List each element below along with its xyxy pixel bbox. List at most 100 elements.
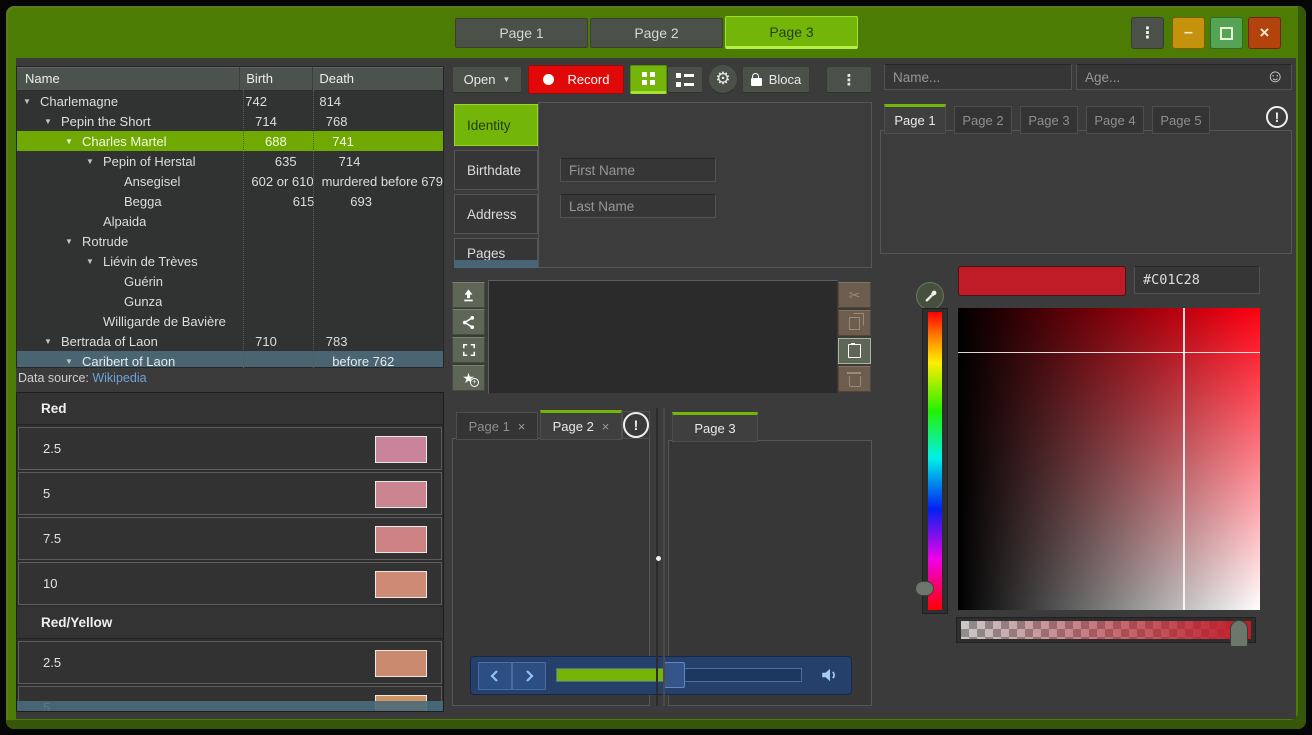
palette-section-header: Red/Yellow — [17, 607, 443, 639]
last-name-field[interactable] — [560, 194, 716, 218]
scissors-icon: ✂ — [849, 287, 861, 304]
age-filter-input[interactable] — [1076, 64, 1292, 90]
close-icon: × — [1260, 23, 1270, 43]
palette-row[interactable]: 10 — [18, 562, 442, 605]
expander-icon[interactable]: ▼ — [65, 357, 82, 366]
color-swatch — [375, 571, 427, 598]
close-button[interactable]: × — [1248, 17, 1281, 49]
tab-close-icon[interactable]: × — [518, 419, 526, 434]
tab-address[interactable]: Address — [454, 194, 538, 234]
volume-button[interactable] — [818, 663, 842, 687]
grid-view-toggle[interactable] — [630, 65, 667, 94]
lock-button[interactable]: Bloca — [742, 66, 810, 93]
right-tab-page2[interactable]: Page 2 — [954, 106, 1012, 134]
right-tab-page3[interactable]: Page 3 — [1020, 106, 1078, 134]
copy-button[interactable] — [838, 310, 871, 336]
expander-icon[interactable]: ▼ — [86, 157, 103, 166]
notebook-alert-button[interactable]: ! — [622, 411, 650, 439]
volume-icon — [820, 667, 840, 683]
emoji-picker-icon[interactable]: ☺ — [1266, 66, 1284, 87]
alpha-slider-handle[interactable] — [1230, 620, 1248, 647]
titlebar-tab-page3[interactable]: Page 3 — [725, 16, 858, 49]
eyedropper-button[interactable] — [916, 282, 944, 310]
name-filter-input[interactable] — [884, 64, 1072, 90]
star-plus-icon: ★+ — [462, 371, 475, 385]
palette-row[interactable]: 5 — [18, 472, 442, 515]
column-header-name[interactable]: Name — [17, 67, 240, 90]
tree-row-selected-inactive[interactable]: ▼Caribert of Laon before 762 — [17, 351, 443, 368]
minimize-button[interactable]: – — [1172, 17, 1205, 49]
share-button[interactable] — [452, 309, 485, 335]
tree-row[interactable]: ▼Pepin the Short 714768 — [17, 111, 443, 131]
fullscreen-button[interactable] — [452, 337, 485, 363]
right-tab-page1[interactable]: Page 1 — [884, 104, 946, 134]
saturation-value-area[interactable] — [958, 308, 1260, 610]
cut-button[interactable]: ✂ — [838, 282, 871, 308]
right-alert-icon[interactable]: ! — [1266, 106, 1288, 128]
family-tree-table: Name Birth Death ▼Charlemagne 742814 ▼Pe… — [16, 66, 444, 368]
tree-row[interactable]: ▼Charlemagne 742814 — [17, 91, 443, 111]
palette-section-header: Red — [17, 393, 443, 425]
tab-close-icon[interactable]: × — [602, 419, 610, 434]
column-header-death[interactable]: Death — [313, 67, 443, 90]
expander-icon[interactable]: ▼ — [44, 117, 61, 126]
right-tab-page5[interactable]: Page 5 — [1152, 106, 1210, 134]
tab-identity[interactable]: Identity — [454, 104, 538, 146]
tree-row[interactable]: ▼Liévin de Trèves — [17, 251, 443, 271]
list-view-toggle[interactable] — [667, 66, 703, 93]
tab-birthdate[interactable]: Birthdate — [454, 150, 538, 190]
expander-icon[interactable]: ▼ — [65, 237, 82, 246]
tree-row[interactable]: ▼Rotrude — [17, 231, 443, 251]
drop-area[interactable] — [488, 280, 838, 394]
share-icon — [461, 315, 476, 330]
titlebar-tab-page1[interactable]: Page 1 — [455, 18, 588, 48]
right-tab-page4[interactable]: Page 4 — [1086, 106, 1144, 134]
paste-button[interactable] — [838, 338, 871, 364]
trash-icon — [849, 376, 861, 387]
notebook-tab-page3[interactable]: Page 3 — [672, 412, 758, 442]
palette-row[interactable]: 2.5 — [18, 427, 442, 470]
right-notebook-content — [880, 130, 1292, 254]
tree-row[interactable]: Guérin — [17, 271, 443, 291]
palette-row[interactable]: 2.5 — [18, 641, 442, 684]
expander-icon[interactable]: ▼ — [44, 337, 61, 346]
expander-icon[interactable]: ▼ — [86, 257, 103, 266]
color-swatch — [375, 481, 427, 508]
previous-button[interactable] — [478, 662, 512, 690]
expander-icon[interactable]: ▼ — [23, 97, 40, 106]
star-add-button[interactable]: ★+ — [452, 365, 485, 391]
wikipedia-link[interactable]: Wikipedia — [92, 371, 146, 385]
maximize-button[interactable] — [1210, 17, 1243, 49]
upload-button[interactable] — [452, 282, 485, 308]
tree-row[interactable]: Willigarde de Bavière — [17, 311, 443, 331]
toolbar-menu-button[interactable]: ⋮ — [826, 66, 872, 93]
hex-color-input[interactable] — [1134, 266, 1260, 294]
seek-slider-handle[interactable] — [664, 662, 685, 688]
tree-row-selected[interactable]: ▼Charles Martel 688741 — [17, 131, 443, 151]
tree-row[interactable]: Begga 615693 — [17, 191, 443, 211]
column-header-birth[interactable]: Birth — [240, 67, 313, 90]
tree-row[interactable]: Gunza — [17, 291, 443, 311]
first-name-field[interactable] — [560, 158, 716, 182]
pane-splitter-line — [663, 408, 665, 706]
notebook-tab-page2[interactable]: Page 2 × — [540, 410, 622, 440]
notebook-tab-page1[interactable]: Page 1 × — [456, 412, 538, 440]
window-menu-button[interactable]: ⋮ — [1131, 17, 1164, 49]
palette-row[interactable]: 7.5 — [18, 517, 442, 560]
delete-button[interactable] — [838, 366, 871, 392]
hue-slider-handle[interactable] — [915, 581, 934, 596]
titlebar-tab-page2[interactable]: Page 2 — [590, 18, 723, 48]
tree-row[interactable]: ▼Bertrada of Laon 710783 — [17, 331, 443, 351]
next-button[interactable] — [512, 662, 546, 690]
record-button[interactable]: Record — [528, 65, 624, 94]
tree-row[interactable]: Ansegisel 602 or 610murdered before 679 — [17, 171, 443, 191]
tree-row[interactable]: ▼Pepin of Herstal 635714 — [17, 151, 443, 171]
settings-button[interactable]: ⚙ — [708, 64, 738, 94]
current-color-swatch[interactable] — [958, 266, 1126, 296]
open-dropdown-button[interactable]: Open ▼ — [452, 66, 522, 93]
expander-icon[interactable]: ▼ — [65, 137, 82, 146]
tree-row[interactable]: Alpaida — [17, 211, 443, 231]
paste-icon — [848, 344, 861, 358]
hue-slider[interactable] — [928, 312, 942, 610]
alpha-slider[interactable] — [961, 621, 1251, 639]
